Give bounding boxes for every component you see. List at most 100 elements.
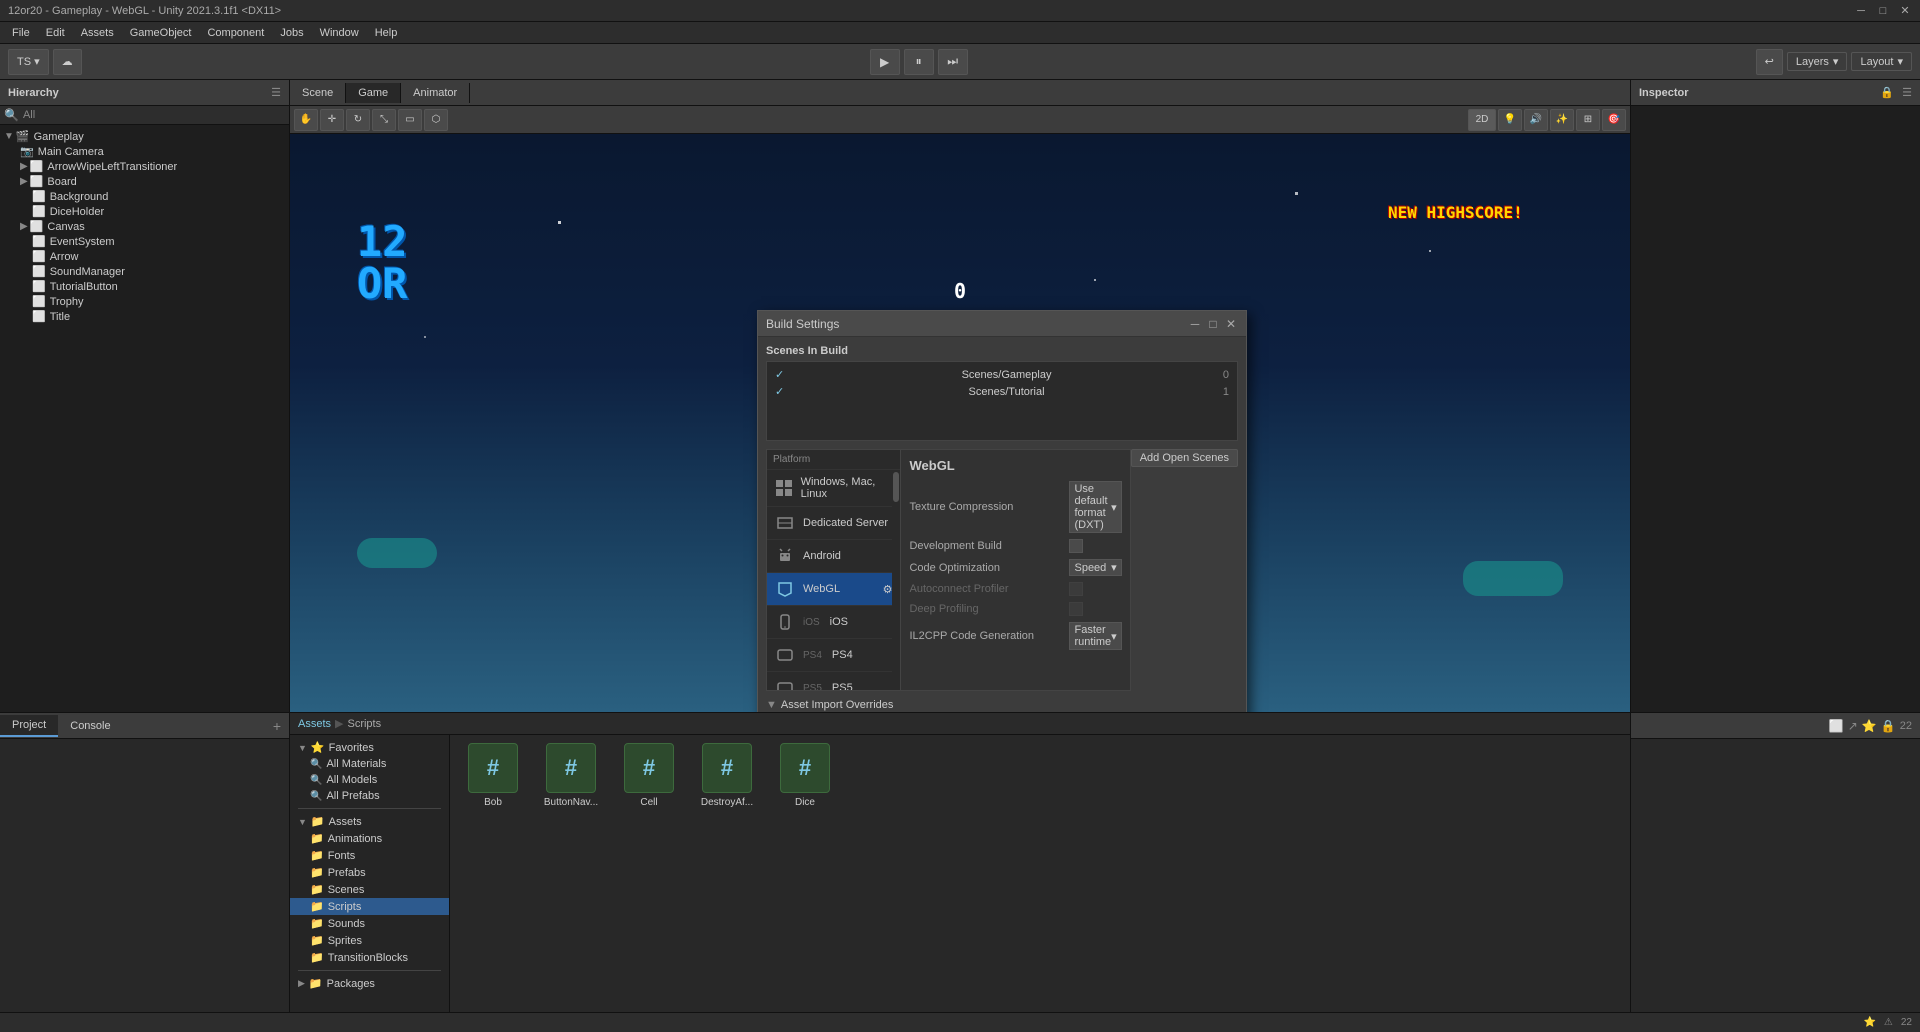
webgl-icon xyxy=(775,579,795,599)
scene-rotate-tool[interactable]: ↻ xyxy=(346,109,370,131)
asset-import-arrow[interactable]: ▼ xyxy=(766,699,777,711)
close-button[interactable]: ✕ xyxy=(1898,4,1912,18)
layers-dropdown[interactable]: Layers ▾ xyxy=(1787,52,1848,71)
tree-all-materials[interactable]: 🔍 All Materials xyxy=(290,756,449,772)
platform-webgl[interactable]: WebGL ⚙ xyxy=(767,573,900,606)
scene-move-tool[interactable]: ✛ xyxy=(320,109,344,131)
scene-audio-btn[interactable]: 🔊 xyxy=(1524,109,1548,131)
hierarchy-main-camera[interactable]: 📷 Main Camera xyxy=(0,144,289,159)
breadcrumb-assets[interactable]: Assets xyxy=(298,718,331,730)
tab-scene[interactable]: Scene xyxy=(290,83,346,103)
undo-icon[interactable]: ↩ xyxy=(1756,49,1783,75)
il2cpp-dropdown[interactable]: Faster runtime ▾ xyxy=(1069,622,1121,650)
hierarchy-menu-icon[interactable]: ☰ xyxy=(271,86,281,99)
file-bob[interactable]: # Bob xyxy=(458,743,528,808)
tree-sounds[interactable]: 📁 Sounds xyxy=(290,915,449,932)
scene-lighting-btn[interactable]: 💡 xyxy=(1498,109,1522,131)
menu-edit[interactable]: Edit xyxy=(38,25,73,41)
file-buttonnav[interactable]: # ButtonNav... xyxy=(536,743,606,808)
account-button[interactable]: TS ▾ xyxy=(8,49,49,75)
dialog-minimize[interactable]: ─ xyxy=(1188,317,1202,331)
hierarchy-arrow-obj[interactable]: ⬜ Arrow xyxy=(0,249,289,264)
scene-hand-tool[interactable]: ✋ xyxy=(294,109,318,131)
hierarchy-arrowwipe[interactable]: ▶ ⬜ ArrowWipeLeftTransitioner xyxy=(0,159,289,174)
tree-prefabs[interactable]: 📁 Prefabs xyxy=(290,864,449,881)
tree-scripts[interactable]: 📁 Scripts xyxy=(290,898,449,915)
inspector-lock-icon[interactable]: 🔒 xyxy=(1880,86,1894,99)
hierarchy-canvas[interactable]: ▶ ⬜ Canvas xyxy=(0,219,289,234)
file-dice[interactable]: # Dice xyxy=(770,743,840,808)
menu-jobs[interactable]: Jobs xyxy=(272,25,311,41)
scene-grid-btn[interactable]: ⊞ xyxy=(1576,109,1600,131)
texture-compression-dropdown[interactable]: Use default format (DXT) ▾ xyxy=(1069,481,1121,533)
tree-fonts[interactable]: 📁 Fonts xyxy=(290,847,449,864)
hierarchy-gameplay[interactable]: ▼ 🎬 Gameplay xyxy=(0,129,289,144)
tree-transitionblocks[interactable]: 📁 TransitionBlocks xyxy=(290,949,449,966)
menu-gameobject[interactable]: GameObject xyxy=(122,25,200,41)
file-cell[interactable]: # Cell xyxy=(614,743,684,808)
cloud-button[interactable]: ☁ xyxy=(53,49,82,75)
tree-scenes[interactable]: 📁 Scenes xyxy=(290,881,449,898)
step-button[interactable]: ⏭ xyxy=(938,49,968,75)
br-icon3[interactable]: ⭐ xyxy=(1862,719,1877,733)
scene-entry-gameplay[interactable]: ✓ Scenes/Gameplay 0 xyxy=(771,366,1233,383)
scene-multi-tool[interactable]: ⬡ xyxy=(424,109,448,131)
dialog-close[interactable]: ✕ xyxy=(1224,317,1238,331)
platform-windows[interactable]: Windows, Mac, Linux xyxy=(767,470,900,507)
menu-assets[interactable]: Assets xyxy=(73,25,122,41)
scene-gizmo-btn[interactable]: 🎯 xyxy=(1602,109,1626,131)
webgl-settings-gear[interactable]: ⚙ xyxy=(883,583,893,596)
hierarchy-tutorial[interactable]: ⬜ TutorialButton xyxy=(0,279,289,294)
br-icon1[interactable]: ⬜ xyxy=(1829,719,1844,733)
fonts-folder-icon: 📁 xyxy=(310,849,324,862)
scene-scale-tool[interactable]: ⤡ xyxy=(372,109,396,131)
platform-scrollbar[interactable] xyxy=(892,470,900,690)
tree-all-prefabs[interactable]: 🔍 All Prefabs xyxy=(290,788,449,804)
platform-ios[interactable]: iOS iOS xyxy=(767,606,900,639)
menu-component[interactable]: Component xyxy=(199,25,272,41)
inspector-menu-icon[interactable]: ☰ xyxy=(1902,86,1912,99)
dialog-maximize[interactable]: □ xyxy=(1206,317,1220,331)
menu-file[interactable]: File xyxy=(4,25,38,41)
menu-help[interactable]: Help xyxy=(367,25,406,41)
tab-console[interactable]: Console xyxy=(58,716,122,736)
transitionblocks-label: TransitionBlocks xyxy=(328,952,408,964)
maximize-button[interactable]: □ xyxy=(1876,4,1890,18)
menu-window[interactable]: Window xyxy=(312,25,367,41)
tab-game[interactable]: Game xyxy=(346,83,401,103)
hierarchy-eventsystem[interactable]: ⬜ EventSystem xyxy=(0,234,289,249)
hierarchy-background[interactable]: ⬜ Background xyxy=(0,189,289,204)
tree-packages[interactable]: ▶ 📁 Packages xyxy=(290,975,449,992)
add-open-scenes-button[interactable]: Add Open Scenes xyxy=(1131,449,1238,467)
tree-animations[interactable]: 📁 Animations xyxy=(290,830,449,847)
scene-entry-tutorial[interactable]: ✓ Scenes/Tutorial 1 xyxy=(771,383,1233,400)
hierarchy-trophy[interactable]: ⬜ Trophy xyxy=(0,294,289,309)
tab-animator[interactable]: Animator xyxy=(401,83,470,103)
hierarchy-board[interactable]: ▶ ⬜ Board xyxy=(0,174,289,189)
br-icon4[interactable]: 🔒 xyxy=(1881,719,1896,733)
file-destroyaf[interactable]: # DestroyAf... xyxy=(692,743,762,808)
platform-ps5[interactable]: PS5 PS5 xyxy=(767,672,900,690)
tree-favorites[interactable]: ▼ ⭐ Favorites xyxy=(290,739,449,756)
hierarchy-soundmanager[interactable]: ⬜ SoundManager xyxy=(0,264,289,279)
hierarchy-diceholder[interactable]: ⬜ DiceHolder xyxy=(0,204,289,219)
tree-all-models[interactable]: 🔍 All Models xyxy=(290,772,449,788)
br-icon2[interactable]: ↗ xyxy=(1848,719,1858,733)
tree-sprites[interactable]: 📁 Sprites xyxy=(290,932,449,949)
code-opt-dropdown[interactable]: Speed ▾ xyxy=(1069,559,1121,576)
add-icon[interactable]: + xyxy=(265,718,289,734)
scene-2d-btn[interactable]: 2D xyxy=(1468,109,1496,131)
scene-fx-btn[interactable]: ✨ xyxy=(1550,109,1574,131)
scene-rect-tool[interactable]: ▭ xyxy=(398,109,422,131)
hierarchy-title[interactable]: ⬜ Title xyxy=(0,309,289,324)
minimize-button[interactable]: ─ xyxy=(1854,4,1868,18)
dev-build-checkbox[interactable] xyxy=(1069,539,1083,553)
tree-assets-root[interactable]: ▼ 📁 Assets xyxy=(290,813,449,830)
platform-android[interactable]: Android xyxy=(767,540,900,573)
pause-button[interactable]: ⏸ xyxy=(904,49,934,75)
platform-dedicated[interactable]: Dedicated Server xyxy=(767,507,900,540)
layout-dropdown[interactable]: Layout ▾ xyxy=(1851,52,1912,71)
platform-ps4[interactable]: PS4 PS4 xyxy=(767,639,900,672)
play-button[interactable]: ▶ xyxy=(870,49,900,75)
tab-project[interactable]: Project xyxy=(0,715,58,737)
